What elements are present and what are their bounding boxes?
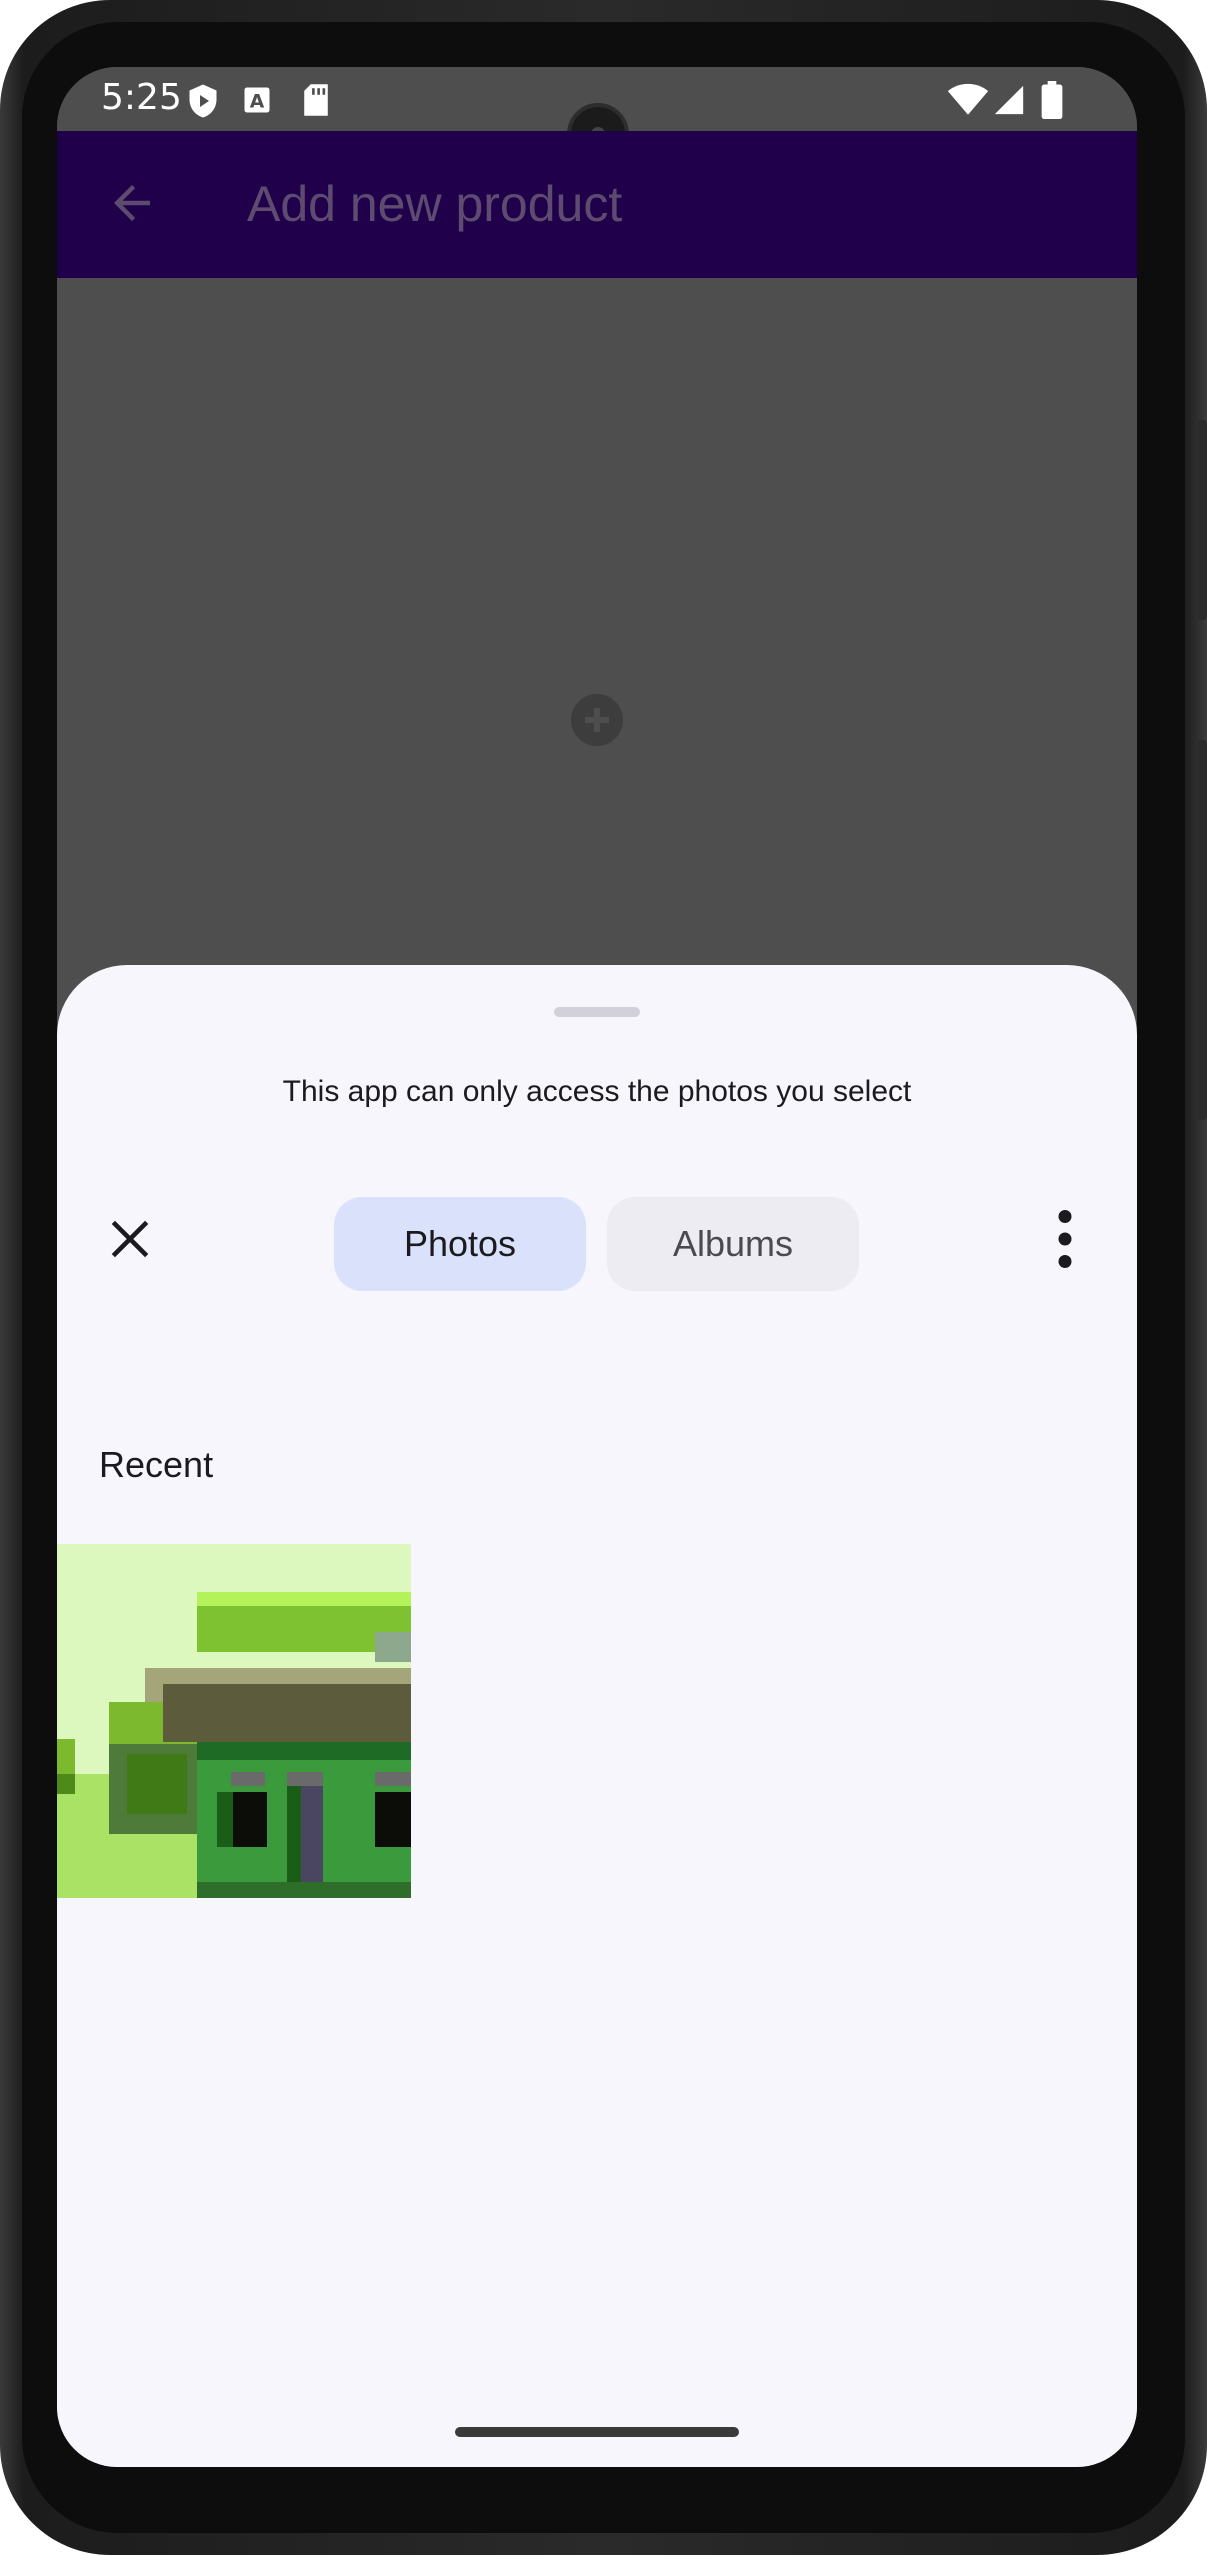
tab-albums[interactable]: Albums: [607, 1197, 859, 1291]
wifi-icon: [947, 83, 989, 115]
cellular-signal-icon: [994, 85, 1024, 115]
tab-photos[interactable]: Photos: [334, 1197, 586, 1291]
sd-card-icon: [304, 84, 328, 116]
add-circle-icon[interactable]: [571, 694, 623, 746]
more-vert-icon[interactable]: [1055, 1209, 1075, 1269]
svg-text:A: A: [250, 92, 265, 113]
screen: 5:25 A Add new product This app can only…: [57, 67, 1137, 2467]
photo-picker-sheet: This app can only access the photos you …: [57, 965, 1137, 2467]
battery-icon: [1041, 81, 1063, 119]
app-bar: Add new product: [57, 131, 1137, 278]
pixel-house-thumbnail: [57, 1544, 411, 1898]
close-icon[interactable]: [105, 1214, 155, 1264]
photo-thumbnail[interactable]: [57, 1544, 411, 1898]
drag-handle[interactable]: [554, 1007, 640, 1017]
section-title-recent: Recent: [99, 1444, 214, 1485]
power-button: [1197, 420, 1207, 620]
keyboard-a-icon: A: [244, 87, 270, 113]
shield-play-icon: [189, 84, 217, 118]
status-time: 5:25: [101, 77, 182, 118]
volume-button: [1197, 740, 1207, 1120]
access-notice: This app can only access the photos you …: [282, 1075, 912, 1108]
arrow-back-icon[interactable]: [105, 176, 159, 230]
home-indicator[interactable]: [455, 2427, 739, 2437]
phone-frame: 5:25 A Add new product This app can only…: [0, 0, 1207, 2555]
page-title: Add new product: [247, 176, 623, 232]
status-bar: 5:25 A: [57, 67, 1137, 165]
